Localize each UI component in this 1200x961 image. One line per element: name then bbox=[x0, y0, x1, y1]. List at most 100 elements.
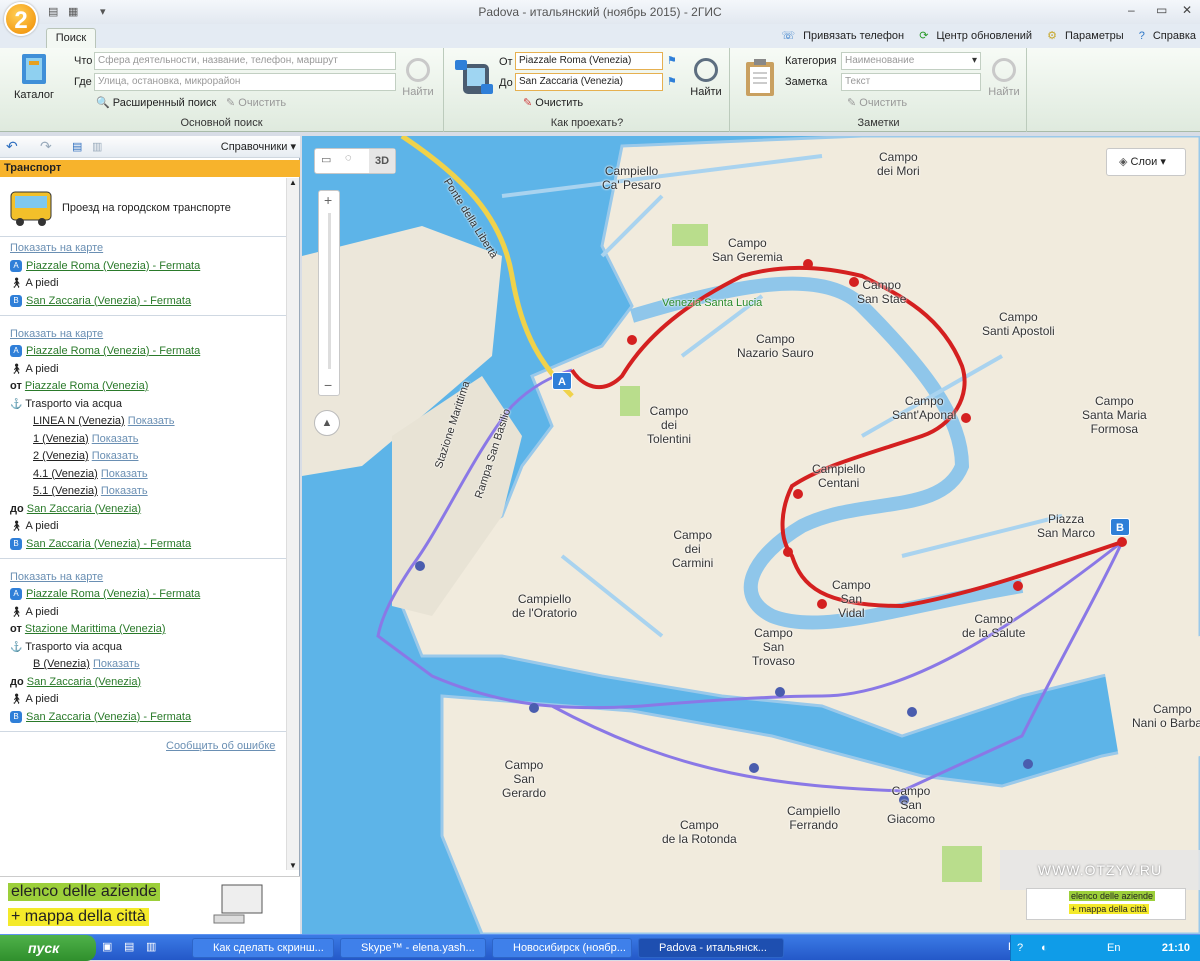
route-step-B[interactable]: B San Zaccaria (Venezia) - Fermata bbox=[10, 711, 191, 723]
stop-name[interactable]: Stazione Marittima (Venezia) bbox=[25, 623, 166, 635]
clipboard-icon[interactable] bbox=[743, 58, 777, 98]
route-start-marker-a[interactable]: A bbox=[552, 372, 572, 390]
map-place-label[interactable]: Campo San Vidal bbox=[832, 578, 871, 620]
transit-line[interactable]: 1 (Venezia) bbox=[33, 433, 89, 445]
zoom-slider-track[interactable] bbox=[328, 213, 331, 369]
show-line-link[interactable]: Показать bbox=[93, 658, 140, 670]
maximize-button[interactable]: ▭ bbox=[1156, 3, 1167, 17]
sidebar-ad[interactable]: elenco delle aziende + mappa della città bbox=[0, 876, 300, 934]
route-step-from[interactable]: от Piazzale Roma (Venezia) bbox=[10, 380, 148, 392]
category-select[interactable]: Наименование ▾ bbox=[841, 52, 981, 70]
map-place-label[interactable]: Campo de la Rotonda bbox=[662, 818, 737, 846]
transit-line[interactable]: B (Venezia) bbox=[33, 658, 90, 670]
map-place-label[interactable]: Campo San Trovaso bbox=[752, 626, 795, 668]
compass-icon[interactable]: ▲ bbox=[314, 410, 340, 436]
route-step-from[interactable]: от Stazione Marittima (Venezia) bbox=[10, 623, 166, 635]
map-place-label[interactable]: Campo Nani o Barbaro bbox=[1132, 702, 1200, 730]
directories-dropdown[interactable]: Справочники ▾ bbox=[221, 140, 296, 153]
to-input[interactable]: San Zaccaria (Venezia) bbox=[515, 73, 663, 91]
route-end-marker-b[interactable]: B bbox=[1110, 518, 1130, 536]
clear-button-route[interactable]: ✎ Очистить bbox=[523, 96, 583, 109]
link-bind-phone[interactable]: ☏ Привязать телефон bbox=[775, 30, 904, 42]
map-place-label[interactable]: Campo San Gerardo bbox=[502, 758, 546, 800]
quicklaunch-icon-3[interactable]: ▥ bbox=[146, 940, 156, 953]
transit-line[interactable]: LINEA N (Venezia) bbox=[33, 415, 125, 427]
report-error-link[interactable]: Сообщить об ошибке bbox=[166, 740, 275, 752]
map-place-label[interactable]: Campo dei Carmini bbox=[672, 528, 713, 570]
map-place-label[interactable]: Campo Nazario Sauro bbox=[737, 332, 814, 360]
zoom-control[interactable]: + − bbox=[318, 190, 340, 396]
stop-name[interactable]: San Zaccaria (Venezia) - Fermata bbox=[26, 711, 191, 723]
zoom-out-icon[interactable]: − bbox=[324, 377, 332, 393]
what-input[interactable]: Сфера деятельности, название, телефон, м… bbox=[94, 52, 396, 70]
transit-line[interactable]: 5.1 (Venezia) bbox=[33, 485, 98, 497]
stop-name[interactable]: San Zaccaria (Venezia) - Fermata bbox=[26, 538, 191, 550]
show-on-map-link[interactable]: Показать на карте bbox=[10, 242, 103, 254]
route-step-B[interactable]: B San Zaccaria (Venezia) - Fermata bbox=[10, 538, 191, 550]
quicklaunch-icon-2[interactable]: ▤ bbox=[124, 940, 134, 953]
transit-line[interactable]: 2 (Venezia) bbox=[33, 450, 89, 462]
taskbar-button-2[interactable]: Skype™ - elena.yash... bbox=[340, 938, 486, 958]
where-input[interactable]: Улица, остановка, микрорайон bbox=[94, 73, 396, 91]
show-line-link[interactable]: Показать bbox=[92, 450, 139, 462]
route-step-to[interactable]: до San Zaccaria (Venezia) bbox=[10, 676, 141, 688]
map-place-label[interactable]: Campo dei Mori bbox=[877, 150, 920, 178]
stop-name[interactable]: Piazzale Roma (Venezia) bbox=[25, 380, 149, 392]
catalog-button[interactable]: Каталог bbox=[8, 52, 60, 101]
stop-name[interactable]: San Zaccaria (Venezia) bbox=[27, 503, 141, 515]
map-corner-ad[interactable]: elenco delle aziende + mappa della città bbox=[1026, 888, 1186, 920]
measure-icon[interactable]: ◌ bbox=[345, 152, 352, 164]
back-icon[interactable]: ↶ bbox=[6, 138, 18, 155]
quicklaunch-icon-1[interactable]: ▣ bbox=[102, 940, 112, 953]
route-icon[interactable] bbox=[453, 58, 495, 98]
map-place-label[interactable]: Campo San Giacomo bbox=[887, 784, 935, 826]
stop-name[interactable]: San Zaccaria (Venezia) - Fermata bbox=[26, 295, 191, 307]
map-place-label[interactable]: Campo Santi Apostoli bbox=[982, 310, 1055, 338]
map-place-label[interactable]: Campo dei Tolentini bbox=[647, 404, 691, 446]
scroll-up-icon[interactable]: ▲ bbox=[289, 178, 297, 187]
map-place-label[interactable]: Campiello Ca' Pesaro bbox=[602, 164, 661, 192]
scroll-down-icon[interactable]: ▼ bbox=[289, 861, 297, 870]
show-line-link[interactable]: Показать bbox=[92, 433, 139, 445]
map-place-label[interactable]: Piazza San Marco bbox=[1037, 512, 1095, 540]
map-place-label[interactable]: Venezia Santa Lucia bbox=[662, 296, 762, 310]
map-view[interactable]: Campiello Ca' Pesaro Campo dei Mori Campo … bbox=[302, 136, 1200, 934]
clear-button-notes[interactable]: ✎ Очистить bbox=[847, 96, 907, 109]
link-help[interactable]: ? Справка bbox=[1133, 30, 1196, 42]
note-input[interactable]: Текст bbox=[841, 73, 981, 91]
taskbar-button-1[interactable]: Как сделать скринш... bbox=[192, 938, 334, 958]
find-button-main[interactable]: Найти bbox=[400, 58, 436, 98]
transit-line[interactable]: 4.1 (Venezia) bbox=[33, 468, 98, 480]
minimize-button[interactable]: – bbox=[1128, 3, 1135, 17]
layers-button[interactable]: ◈ Слои ▾ bbox=[1106, 148, 1186, 176]
show-line-link[interactable]: Показать bbox=[101, 485, 148, 497]
map-place-label[interactable]: Campo San Geremia bbox=[712, 236, 783, 264]
show-line-link[interactable]: Показать bbox=[128, 415, 175, 427]
from-pin-icon[interactable]: ⚑ bbox=[667, 54, 677, 67]
advanced-search-link[interactable]: 🔍 Расширенный поиск bbox=[96, 96, 216, 109]
taskbar-button-3[interactable]: Новосибирск (ноябр... bbox=[492, 938, 632, 958]
map-place-label[interactable]: Campo San Stae bbox=[857, 278, 906, 306]
stop-name[interactable]: Piazzale Roma (Venezia) - Fermata bbox=[26, 260, 200, 272]
from-input[interactable]: Piazzale Roma (Venezia) bbox=[515, 52, 663, 70]
link-settings[interactable]: ⚙ Параметры bbox=[1041, 30, 1124, 42]
list-icon[interactable]: ▤ bbox=[72, 140, 82, 153]
show-line-link[interactable]: Показать bbox=[101, 468, 148, 480]
map-place-label[interactable]: Campiello Ferrando bbox=[787, 804, 840, 832]
3d-button[interactable]: 3D bbox=[369, 149, 395, 173]
find-button-notes[interactable]: Найти bbox=[986, 58, 1022, 98]
tab-search[interactable]: Поиск bbox=[46, 28, 96, 49]
map-place-label[interactable]: Campo Santa Maria Formosa bbox=[1082, 394, 1147, 436]
route-step-to[interactable]: до San Zaccaria (Venezia) bbox=[10, 503, 141, 515]
stop-name[interactable]: Piazzale Roma (Venezia) - Fermata bbox=[26, 345, 200, 357]
route-step-B[interactable]: B San Zaccaria (Venezia) - Fermata bbox=[10, 295, 191, 307]
forward-icon[interactable]: ↷ bbox=[40, 138, 52, 155]
map-place-label[interactable]: Campo de la Salute bbox=[962, 612, 1025, 640]
stop-name[interactable]: San Zaccaria (Venezia) bbox=[27, 676, 141, 688]
print-icon[interactable]: ▥ bbox=[92, 140, 102, 153]
find-button-route[interactable]: Найти bbox=[687, 58, 725, 98]
help-tray-icon[interactable]: ? bbox=[1017, 935, 1023, 961]
tray-app-icon[interactable]: ◐ bbox=[1041, 935, 1048, 961]
route-step-A[interactable]: A Piazzale Roma (Venezia) - Fermata bbox=[10, 345, 200, 358]
map-place-label[interactable]: Campo Sant'Aponal bbox=[892, 394, 956, 422]
